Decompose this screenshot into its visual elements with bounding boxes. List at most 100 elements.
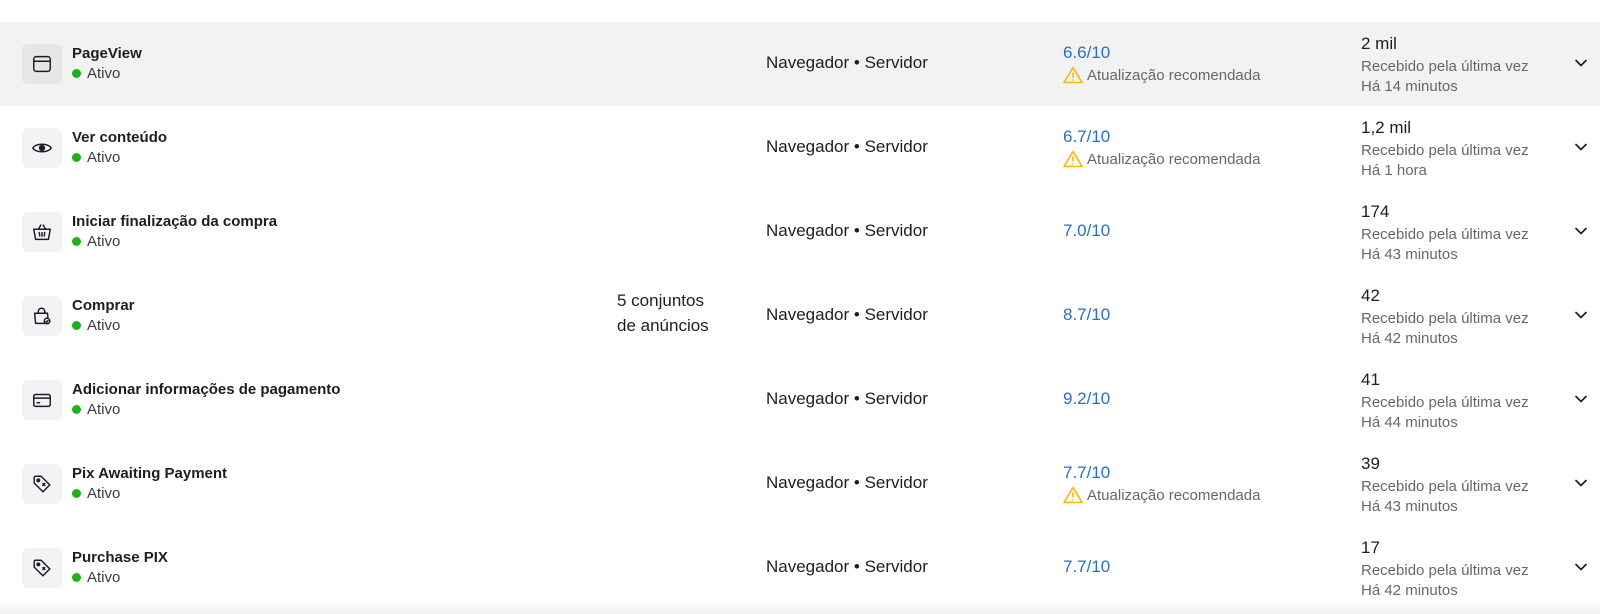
status-label: Ativo [87,233,121,250]
last-received-label: Recebido pela última vez [1361,478,1529,495]
event-count: 42 [1361,286,1380,305]
scroll-fade [0,598,1600,614]
integration-source: Navegador • Servidor [766,389,928,408]
event-count: 1,2 mil [1361,118,1412,137]
event-count: 174 [1361,202,1390,221]
tag-icon [22,548,62,588]
chevron-down-icon[interactable] [1572,306,1590,324]
last-received-time: Há 44 minutos [1361,414,1458,431]
last-received: Recebido pela última vez Há 1 hora [1361,141,1529,181]
eye-icon [22,128,62,168]
table-row[interactable]: Pix Awaiting Payment Ativo Navegador • S… [0,442,1600,526]
event-name: Ver conteúdo [72,129,168,146]
match-quality-score[interactable]: 7.7/10 [1063,557,1110,577]
table-row[interactable]: Ver conteúdo Ativo Navegador • Servidor … [0,106,1600,190]
status-label: Ativo [87,485,121,502]
last-received-label: Recebido pela última vez [1361,226,1529,243]
last-received-label: Recebido pela última vez [1361,562,1529,579]
warning-icon [1063,150,1083,168]
integration-source: Navegador • Servidor [766,221,928,240]
last-received: Recebido pela última vez Há 43 minutos [1361,225,1529,265]
integration-source: Navegador • Servidor [766,557,928,576]
last-received-label: Recebido pela última vez [1361,310,1529,327]
ad-sets-label-line1: 5 conjuntos [617,291,704,310]
status-badge: Ativo [72,569,120,586]
last-received: Recebido pela última vez Há 42 minutos [1361,561,1529,601]
event-count: 39 [1361,454,1380,473]
match-quality-score[interactable]: 7.0/10 [1063,221,1110,241]
shopping-bag-icon [22,296,62,336]
last-received-time: Há 43 minutos [1361,246,1458,263]
warning-text: Atualização recomendada [1087,150,1261,168]
match-quality-score[interactable]: 8.7/10 [1063,305,1110,325]
active-dot-icon [72,321,81,330]
active-dot-icon [72,405,81,414]
last-received: Recebido pela última vez Há 44 minutos [1361,393,1529,433]
status-badge: Ativo [72,149,120,166]
update-warning: Atualização recomendada [1063,150,1260,168]
ad-sets-link[interactable]: 5 conjuntos de anúncios [617,288,727,338]
table-row[interactable]: PageView Ativo Navegador • Servidor 6.6/… [0,22,1600,106]
update-warning: Atualização recomendada [1063,486,1260,504]
last-received-label: Recebido pela última vez [1361,142,1529,159]
last-received-time: Há 42 minutos [1361,330,1458,347]
events-table: PageView Ativo Navegador • Servidor 6.6/… [0,22,1600,610]
status-label: Ativo [87,65,121,82]
event-name: Purchase PIX [72,549,168,566]
event-count: 2 mil [1361,34,1397,53]
chevron-down-icon[interactable] [1572,474,1590,492]
ad-sets-label-line2: de anúncios [617,316,709,335]
last-received-time: Há 1 hora [1361,162,1427,179]
status-label: Ativo [87,569,121,586]
last-received-time: Há 14 minutos [1361,78,1458,95]
match-quality-score[interactable]: 7.7/10 [1063,463,1110,483]
browser-window-icon [22,44,62,84]
event-name: Comprar [72,297,135,314]
last-received-label: Recebido pela última vez [1361,58,1529,75]
chevron-down-icon[interactable] [1572,54,1590,72]
active-dot-icon [72,237,81,246]
warning-text: Atualização recomendada [1087,66,1261,84]
last-received-time: Há 43 minutos [1361,498,1458,515]
event-count: 17 [1361,538,1380,557]
last-received: Recebido pela última vez Há 14 minutos [1361,57,1529,97]
last-received: Recebido pela última vez Há 42 minutos [1361,309,1529,349]
status-label: Ativo [87,149,121,166]
event-count: 41 [1361,370,1380,389]
warning-icon [1063,66,1083,84]
active-dot-icon [72,153,81,162]
active-dot-icon [72,489,81,498]
warning-icon [1063,486,1083,504]
chevron-down-icon[interactable] [1572,558,1590,576]
active-dot-icon [72,69,81,78]
event-name: PageView [72,45,142,62]
match-quality-score[interactable]: 9.2/10 [1063,389,1110,409]
integration-source: Navegador • Servidor [766,137,928,156]
status-badge: Ativo [72,401,120,418]
integration-source: Navegador • Servidor [766,305,928,324]
match-quality-score[interactable]: 6.7/10 [1063,127,1110,147]
credit-card-icon [22,380,62,420]
event-name: Pix Awaiting Payment [72,465,228,482]
tag-icon [22,464,62,504]
status-badge: Ativo [72,65,120,82]
status-badge: Ativo [72,317,120,334]
update-warning: Atualização recomendada [1063,66,1260,84]
status-label: Ativo [87,317,121,334]
event-name: Iniciar finalização da compra [72,213,278,230]
table-row[interactable]: Comprar Ativo 5 conjuntos de anúncios Na… [0,274,1600,358]
table-row[interactable]: Iniciar finalização da compra Ativo Nave… [0,190,1600,274]
match-quality-score[interactable]: 6.6/10 [1063,43,1110,63]
warning-text: Atualização recomendada [1087,486,1261,504]
last-received-label: Recebido pela última vez [1361,394,1529,411]
active-dot-icon [72,573,81,582]
integration-source: Navegador • Servidor [766,53,928,72]
last-received: Recebido pela última vez Há 43 minutos [1361,477,1529,517]
chevron-down-icon[interactable] [1572,222,1590,240]
chevron-down-icon[interactable] [1572,390,1590,408]
table-row[interactable]: Adicionar informações de pagamento Ativo… [0,358,1600,442]
status-badge: Ativo [72,485,120,502]
status-badge: Ativo [72,233,120,250]
chevron-down-icon[interactable] [1572,138,1590,156]
event-name: Adicionar informações de pagamento [72,381,341,398]
